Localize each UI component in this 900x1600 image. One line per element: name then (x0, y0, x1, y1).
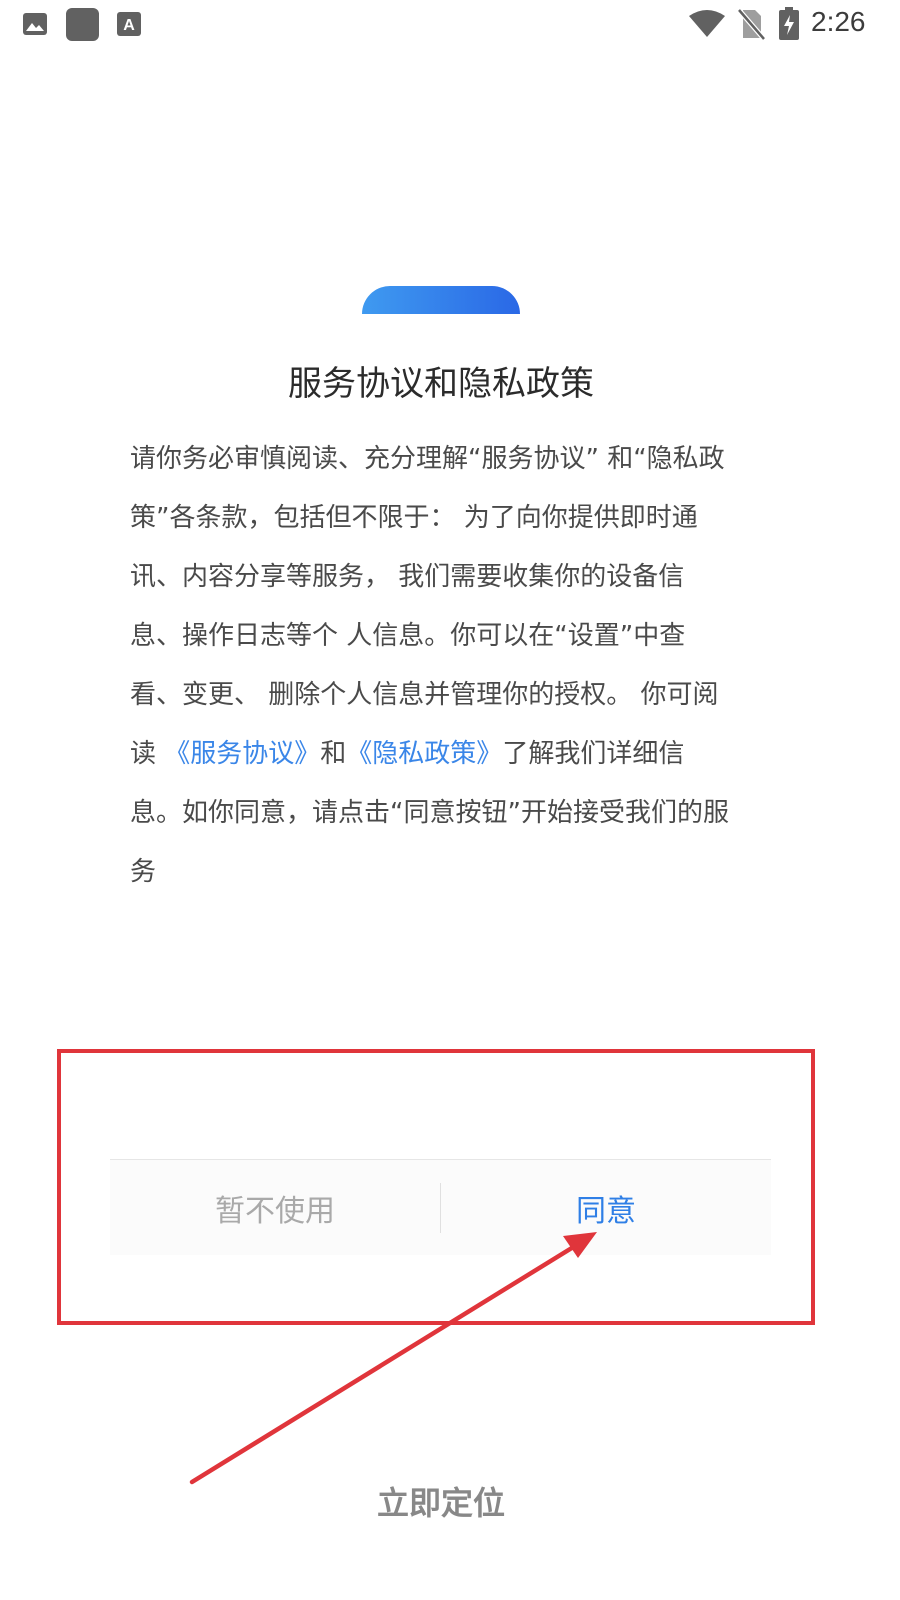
app-square-icon (66, 8, 99, 41)
privacy-policy-link[interactable]: 《隐私政策》 (346, 739, 502, 769)
body-text: 了解我们详细信 (502, 739, 685, 769)
font-a-icon: A (117, 12, 141, 36)
annotation-highlight-box (57, 1049, 815, 1325)
status-time: 2:26 (811, 6, 866, 37)
service-agreement-link[interactable]: 《服务协议》 (164, 739, 320, 769)
gallery-icon (23, 13, 47, 35)
dialog-body: 请你务必审慎阅读、充分理解“服务协议” 和“隐私政 策”各条款，包括但不限于： … (130, 430, 770, 902)
dialog-title: 服务协议和隐私政策 (288, 364, 594, 404)
body-line: 务 (130, 857, 157, 887)
locate-now-text: 立即定位 (376, 1484, 505, 1522)
body-text: 读 (130, 739, 165, 769)
svg-text:A: A (123, 17, 135, 34)
battery-charging-icon (779, 7, 799, 40)
body-line: 息、操作日志等个 人信息。你可以在“设置”中查 (130, 621, 686, 651)
body-text: 和 (320, 739, 347, 769)
body-line: 请你务必审慎阅读、充分理解“服务协议” 和“隐私政 (130, 444, 725, 474)
body-line: 息。如你同意，请点击“同意按钮”开始接受我们的服 (130, 798, 729, 828)
status-bar: A 2:26 (0, 0, 900, 50)
body-line-links: 读 《服务协议》和《隐私政策》了解我们详细信 (130, 725, 770, 784)
dialog-header-accent (362, 286, 520, 314)
body-line: 讯、内容分享等服务， 我们需要收集你的设备信 (130, 562, 685, 592)
wifi-icon (689, 10, 725, 37)
body-line: 策”各条款，包括但不限于： 为了向你提供即时通 (130, 503, 698, 533)
body-line: 看、变更、 删除个人信息并管理你的授权。 你可阅 (130, 680, 719, 710)
no-sim-icon (737, 8, 765, 40)
